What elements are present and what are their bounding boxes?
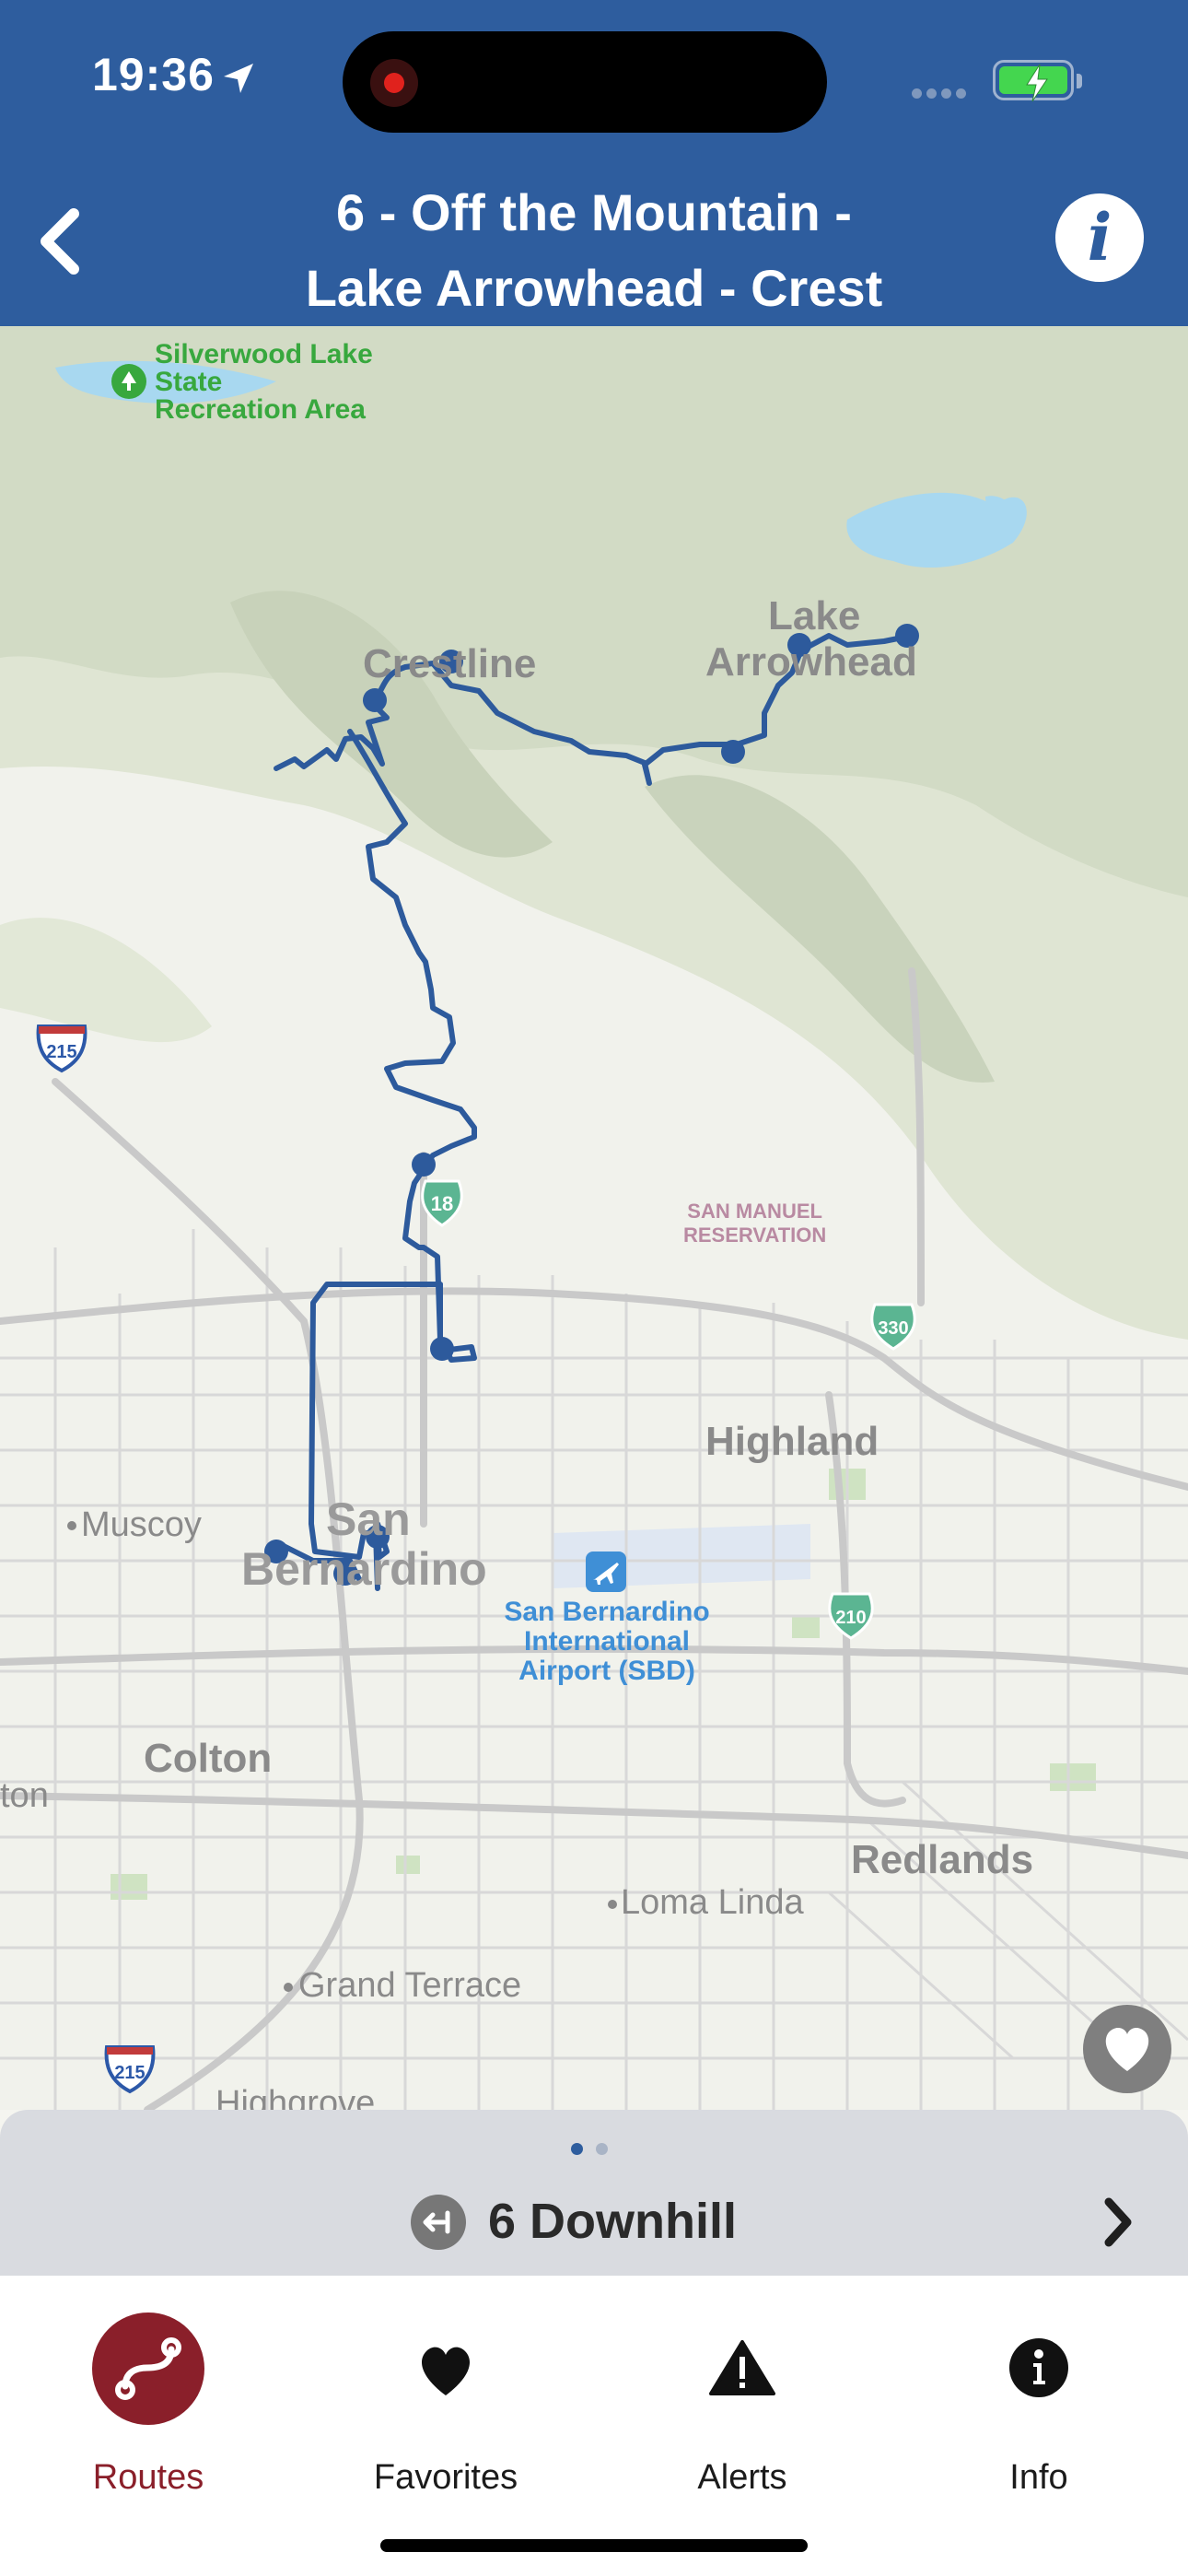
- sr210-shield-icon: 210: [823, 1590, 874, 1640]
- svg-text:330: 330: [878, 1318, 908, 1339]
- silverwood-label: Silverwood Lake State Recreation Area: [155, 339, 373, 425]
- chevron-right-icon[interactable]: [1100, 2195, 1136, 2250]
- heart-icon: [421, 2347, 471, 2395]
- route-direction-panel[interactable]: 6 Downhill: [0, 2110, 1188, 2276]
- lake-arrowhead-label-line1: Lake: [768, 593, 861, 638]
- san-bernardino-label-line2: Bernardino: [241, 1543, 487, 1595]
- sr330-shield-icon: 330: [866, 1301, 916, 1351]
- home-indicator[interactable]: [380, 2539, 808, 2552]
- crestline-label: Crestline: [363, 641, 537, 686]
- title-line-2: Lake Arrowhead - Crest: [305, 259, 883, 317]
- heart-icon: [1105, 2028, 1149, 2071]
- san-bernardino-label-line1: San: [326, 1493, 411, 1545]
- back-chevron-icon[interactable]: [33, 205, 88, 278]
- tab-bar: Routes Favorites Alerts Info: [0, 2276, 1188, 2576]
- tab-favorites-label: Favorites: [373, 2458, 518, 2497]
- page-dot-inactive: [596, 2143, 608, 2155]
- rialto-partial-label: ton: [0, 1776, 49, 1815]
- san-manuel-label: SAN MANUEL RESERVATION: [683, 1200, 827, 1247]
- tab-alerts-label: Alerts: [697, 2458, 787, 2497]
- tab-favorites[interactable]: Favorites: [335, 2313, 556, 2497]
- info-icon: i: [1087, 199, 1112, 275]
- redlands-label: Redlands: [851, 1837, 1034, 1882]
- i215-north-shield-icon: 215: [33, 1023, 87, 1073]
- dynamic-island: [343, 31, 827, 133]
- tab-routes-label: Routes: [92, 2458, 204, 2497]
- colton-label: Colton: [144, 1736, 273, 1781]
- page-dot-active: [571, 2143, 583, 2155]
- page-title: 6 - Off the Mountain - Lake Arrowhead - …: [184, 175, 1004, 326]
- title-line-1: 6 - Off the Mountain -: [336, 183, 852, 241]
- lake-arrowhead-label-line2: Arrowhead: [705, 639, 917, 685]
- svg-text:210: 210: [835, 1608, 866, 1628]
- battery-charging-icon: [993, 60, 1082, 102]
- warning-triangle-icon: [709, 2340, 775, 2395]
- grand-terrace-dot-icon: [284, 1983, 293, 1992]
- route-direction-title: 6 Downhill: [488, 2194, 737, 2249]
- tab-info[interactable]: Info: [928, 2313, 1149, 2497]
- loma-linda-label: Loma Linda: [621, 1883, 804, 1922]
- muscoy-label: Muscoy: [81, 1505, 202, 1544]
- i215-south-shield-icon: 215: [101, 2043, 156, 2094]
- svg-text:215: 215: [46, 1042, 76, 1062]
- cellular-signal-icon: [912, 87, 971, 103]
- nav-header: 19:36 6 - Off the Mountain - Lake Arrowh…: [0, 0, 1188, 326]
- tab-alerts[interactable]: Alerts: [632, 2313, 853, 2497]
- status-time: 19:36: [92, 48, 257, 101]
- favorite-route-button[interactable]: [1083, 2005, 1171, 2093]
- tab-info-label: Info: [1009, 2458, 1068, 2497]
- sr18-shield-icon: 18: [416, 1177, 464, 1227]
- routes-icon: [92, 2313, 204, 2425]
- highland-label: Highland: [705, 1419, 879, 1464]
- airport-icon: [586, 1551, 626, 1592]
- loma-linda-dot-icon: [608, 1900, 617, 1909]
- grand-terrace-label: Grand Terrace: [298, 1966, 522, 2005]
- route-info-button[interactable]: i: [1055, 193, 1144, 282]
- svg-text:215: 215: [114, 2063, 145, 2083]
- muscoy-dot-icon: [67, 1521, 76, 1530]
- info-circle-icon: [1009, 2338, 1068, 2397]
- location-arrow-icon: [223, 63, 253, 93]
- airport-label: San Bernardino International Airport (SB…: [504, 1597, 710, 1686]
- svg-text:18: 18: [431, 1192, 453, 1215]
- direction-arrow-icon: [411, 2195, 466, 2250]
- page-indicator[interactable]: [571, 2143, 621, 2160]
- highgrove-label: Highgrove: [215, 2084, 376, 2110]
- route-map[interactable]: Silverwood Lake State Recreation Area Cr…: [0, 326, 1188, 2110]
- recording-indicator-icon: [370, 59, 418, 107]
- park-tree-icon: [111, 364, 146, 399]
- tab-routes[interactable]: Routes: [38, 2313, 259, 2497]
